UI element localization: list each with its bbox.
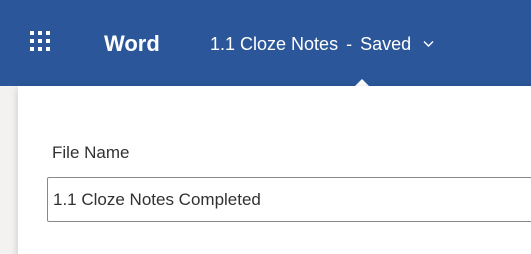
title-separator: - (346, 34, 353, 54)
rename-panel: File Name (18, 86, 531, 254)
file-name-label: File Name (52, 143, 130, 162)
save-status: Saved (360, 34, 412, 54)
top-bar: Word 1.1 Cloze Notes - Saved (0, 0, 531, 86)
word-online-window: Word 1.1 Cloze Notes - Saved File Name (0, 0, 531, 254)
document-title-button[interactable]: 1.1 Cloze Notes - Saved (210, 31, 434, 57)
chevron-down-icon (423, 41, 434, 47)
document-title: 1.1 Cloze Notes (210, 34, 339, 54)
app-name[interactable]: Word (104, 29, 160, 59)
waffle-icon[interactable] (30, 31, 52, 53)
file-name-input[interactable] (47, 177, 531, 222)
